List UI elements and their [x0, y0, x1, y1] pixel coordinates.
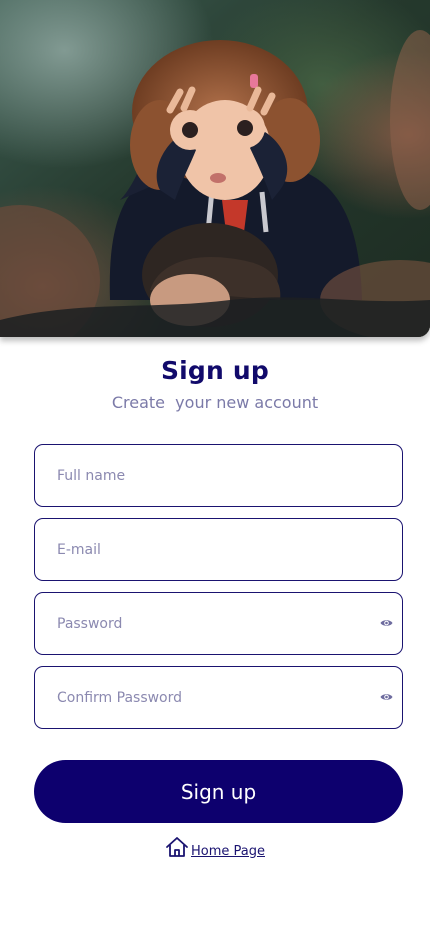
email-field[interactable]	[34, 518, 403, 581]
eye-icon[interactable]	[379, 691, 393, 703]
confirm-password-input[interactable]	[57, 667, 367, 728]
page-subtitle: Create your new account	[111, 393, 319, 412]
password-input[interactable]	[57, 593, 367, 654]
home-page-label[interactable]: Home Page	[191, 844, 265, 859]
full-name-input[interactable]	[57, 445, 367, 506]
page-title: Sign up	[160, 356, 270, 385]
hero-image	[0, 0, 430, 337]
home-page-link[interactable]: Home Page	[0, 836, 430, 859]
password-field[interactable]	[34, 592, 403, 655]
confirm-password-field[interactable]	[34, 666, 403, 729]
sign-up-button[interactable]: Sign up	[34, 760, 403, 823]
eye-icon[interactable]	[379, 617, 393, 629]
full-name-field[interactable]	[34, 444, 403, 507]
email-input[interactable]	[57, 519, 367, 580]
home-icon	[165, 836, 189, 858]
